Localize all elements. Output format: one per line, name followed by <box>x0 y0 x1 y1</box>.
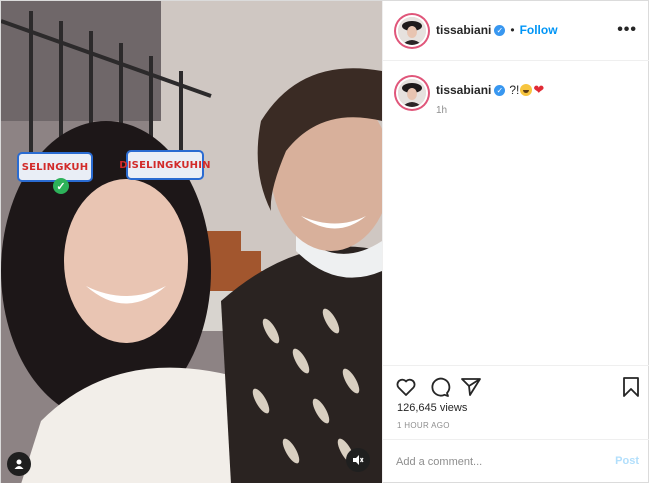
verified-icon: ✓ <box>494 24 506 36</box>
filter-tag-diselingkuhin: DISELINGKUHIN <box>119 150 211 180</box>
caption-text: ?! <box>509 83 520 97</box>
caption-timestamp[interactable]: 1h <box>436 105 447 116</box>
post-dialog: SELINGKUH ✓ DISELINGKUHIN tissabiani ✓ •… <box>0 0 649 483</box>
post-side-panel: tissabiani ✓ • Follow ••• tissabiani ✓ ?… <box>382 1 649 483</box>
caption-area: tissabiani ✓ ?! ❤ 1h <box>383 61 649 365</box>
post-comment-button[interactable]: Post <box>615 455 639 467</box>
profile-photo <box>398 17 426 45</box>
header-user: tissabiani ✓ • Follow <box>436 23 558 37</box>
comment-form: Post <box>383 439 649 483</box>
action-bar <box>383 365 649 405</box>
red-heart-icon: ❤ <box>533 82 545 97</box>
filter-tag-selingkuh: SELINGKUH <box>17 152 93 182</box>
save-button[interactable] <box>619 375 643 399</box>
share-button[interactable] <box>459 375 483 399</box>
like-button[interactable] <box>394 375 418 399</box>
check-icon: ✓ <box>53 178 69 194</box>
comment-bubble-icon <box>431 377 451 397</box>
video-frame <box>1 1 382 483</box>
comment-button[interactable] <box>427 375 451 399</box>
comment-input[interactable] <box>396 452 596 472</box>
avatar[interactable] <box>394 13 430 49</box>
video-media[interactable]: SELINGKUH ✓ DISELINGKUHIN <box>1 1 382 483</box>
more-options-button[interactable]: ••• <box>617 22 637 38</box>
tagged-users-button[interactable] <box>7 452 31 476</box>
bookmark-icon <box>623 377 639 397</box>
post-header: tissabiani ✓ • Follow ••• <box>383 1 649 61</box>
post-timestamp[interactable]: 1 HOUR AGO <box>397 421 450 430</box>
person-icon <box>14 459 24 469</box>
profile-photo <box>398 79 426 107</box>
caption-line: tissabiani ✓ ?! ❤ <box>436 83 544 97</box>
grinning-emoji-icon <box>520 84 533 96</box>
separator: • <box>510 23 515 37</box>
heart-outline-icon <box>396 378 416 396</box>
paper-plane-icon <box>461 378 481 396</box>
muted-speaker-icon <box>353 455 364 465</box>
follow-button[interactable]: Follow <box>520 23 558 37</box>
caption-username[interactable]: tissabiani <box>436 83 491 97</box>
header-username[interactable]: tissabiani <box>436 23 491 37</box>
verified-icon: ✓ <box>494 84 506 96</box>
caption-avatar[interactable] <box>394 75 430 111</box>
audio-toggle-button[interactable] <box>346 448 370 472</box>
view-count[interactable]: 126,645 views <box>397 402 467 414</box>
